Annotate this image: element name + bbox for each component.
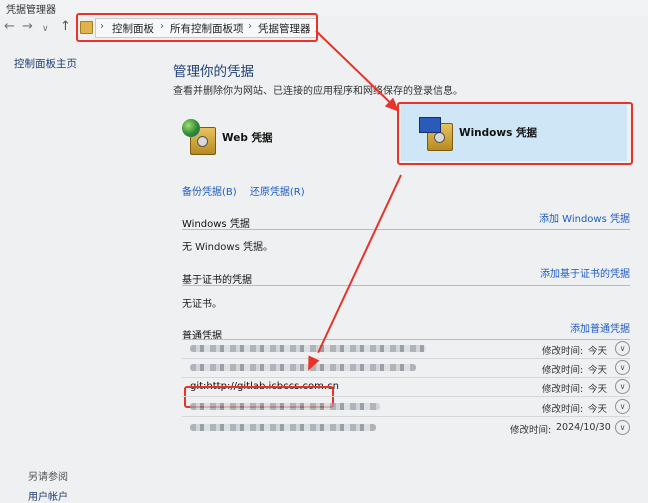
modified-label: 修改时间: [542,346,584,357]
page-description: 查看并删除你为网站、已连接的应用程序和网络保存的登录信息。 [173,86,463,97]
row-divider [182,416,630,417]
chevron-down-icon[interactable]: ∨ [615,399,630,414]
backup-restore-links: 备份凭据(B) 还原凭据(R) [182,183,315,198]
chevron-down-icon[interactable]: ∨ [615,379,630,394]
see-also-heading: 另请参阅 [28,472,68,483]
row-divider [182,396,630,397]
sidebar-item-home[interactable]: 控制面板主页 [14,56,77,71]
modified-date: 2024/10/30 [556,422,611,433]
modified-date: 今天 [588,346,608,357]
credential-row[interactable]: 修改时间: 今天 ∨ [182,398,630,416]
credential-row[interactable]: 修改时间: 今天 ∨ [182,340,630,358]
add-certificate-credential-link[interactable]: 添加基于证书的凭据 [540,265,630,280]
redacted-name [190,424,376,431]
redacted-name [190,345,426,352]
chevron-down-icon[interactable]: ∨ [615,341,630,356]
annotation-arrow [317,174,402,354]
modified-label: 修改时间: [510,425,552,436]
section-divider [182,285,630,286]
page-title: 管理你的凭据 [173,64,254,80]
annotation-box-breadcrumb [76,13,318,42]
recent-dropdown-icon[interactable]: ∨ [42,22,49,36]
web-credentials-icon [182,119,216,155]
restore-credentials-link[interactable]: 还原凭据(R) [250,187,305,198]
modified-date: 今天 [588,404,608,415]
modified-label: 修改时间: [542,384,584,395]
backup-credentials-link[interactable]: 备份凭据(B) [182,187,237,198]
windows-credentials-empty: 无 Windows 凭据。 [182,242,273,253]
add-generic-credential-link[interactable]: 添加普通凭据 [570,320,630,335]
credential-row[interactable]: 修改时间: 2024/10/30 ∨ [182,419,630,437]
modified-date: 今天 [588,365,608,376]
redacted-name [190,403,380,410]
section-divider [182,229,630,230]
forward-arrow-icon[interactable]: → [22,20,33,34]
back-arrow-icon[interactable]: ← [4,20,15,34]
up-arrow-icon[interactable]: ↑ [60,20,71,34]
chevron-down-icon[interactable]: ∨ [615,420,630,435]
web-credentials-label: Web 凭据 [222,131,273,144]
chevron-down-icon[interactable]: ∨ [615,360,630,375]
modified-date: 今天 [588,384,608,395]
window-title: 凭据管理器 [6,5,56,16]
credential-row[interactable]: 修改时间: 今天 ∨ [182,359,630,377]
modified-label: 修改时间: [542,365,584,376]
certificate-credentials-empty: 无证书。 [182,299,222,310]
sidebar-item-user-accounts[interactable]: 用户帐户 [28,488,68,503]
annotation-box-windows-tile [397,102,633,165]
modified-label: 修改时间: [542,404,584,415]
windows-credentials-header: Windows 凭据 [182,219,250,230]
certificate-credentials-header: 基于证书的凭据 [182,275,252,286]
web-credentials-tile[interactable]: Web 凭据 [182,118,342,156]
add-windows-credential-link[interactable]: 添加 Windows 凭据 [539,210,630,225]
